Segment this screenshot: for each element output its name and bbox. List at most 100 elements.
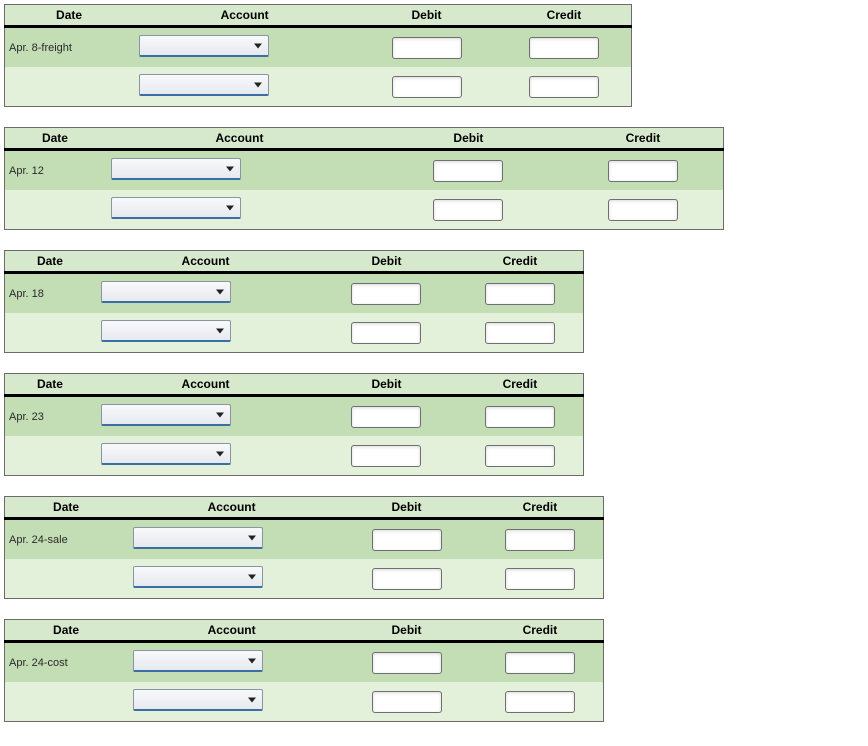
account-select[interactable] <box>101 443 231 465</box>
debit-cell <box>316 436 457 476</box>
debit-input[interactable] <box>372 529 442 551</box>
date-cell <box>5 559 128 599</box>
account-cell <box>127 682 336 722</box>
journal-row: Apr. 23 <box>5 396 584 437</box>
debit-header: Debit <box>336 497 477 519</box>
credit-input[interactable] <box>529 37 599 59</box>
account-select[interactable] <box>101 404 231 426</box>
debit-input[interactable] <box>351 283 421 305</box>
debit-cell <box>316 313 457 353</box>
credit-cell <box>457 273 584 314</box>
debit-input[interactable] <box>433 160 503 182</box>
credit-header: Credit <box>497 5 632 27</box>
date-header: Date <box>5 128 105 150</box>
credit-input[interactable] <box>485 406 555 428</box>
credit-cell <box>477 642 604 683</box>
debit-input[interactable] <box>433 199 503 221</box>
credit-cell <box>457 396 584 437</box>
account-header: Account <box>95 374 316 396</box>
date-cell <box>5 313 95 353</box>
debit-header: Debit <box>356 5 497 27</box>
credit-input[interactable] <box>485 283 555 305</box>
credit-cell <box>457 436 584 476</box>
chevron-down-icon <box>248 574 256 579</box>
credit-input[interactable] <box>529 76 599 98</box>
debit-input[interactable] <box>392 76 462 98</box>
journal-row <box>5 682 604 722</box>
journal-row <box>5 67 632 107</box>
debit-input[interactable] <box>392 37 462 59</box>
chevron-down-icon <box>216 451 224 456</box>
journal-entry-table: DateAccountDebitCreditApr. 23 <box>4 373 584 476</box>
account-cell <box>105 190 374 230</box>
chevron-down-icon <box>248 535 256 540</box>
journal-row: Apr. 12 <box>5 150 724 191</box>
journal-row: Apr. 24-sale <box>5 519 604 560</box>
account-cell <box>133 67 356 107</box>
credit-cell <box>457 313 584 353</box>
chevron-down-icon <box>216 289 224 294</box>
credit-cell <box>477 519 604 560</box>
account-cell <box>95 396 316 437</box>
journal-entry-table: DateAccountDebitCreditApr. 8-freight <box>4 4 632 107</box>
credit-input[interactable] <box>608 160 678 182</box>
date-header: Date <box>5 5 134 27</box>
credit-input[interactable] <box>505 568 575 590</box>
account-select[interactable] <box>101 281 231 303</box>
account-select[interactable] <box>111 158 241 180</box>
journal-entry-table: DateAccountDebitCreditApr. 24-sale <box>4 496 604 599</box>
credit-input[interactable] <box>505 529 575 551</box>
account-select[interactable] <box>133 689 263 711</box>
credit-input[interactable] <box>485 322 555 344</box>
credit-input[interactable] <box>485 445 555 467</box>
account-header: Account <box>127 620 336 642</box>
account-select[interactable] <box>133 527 263 549</box>
account-cell <box>105 150 374 191</box>
debit-cell <box>356 67 497 107</box>
chevron-down-icon <box>254 82 262 87</box>
debit-header: Debit <box>374 128 563 150</box>
account-cell <box>95 436 316 476</box>
account-select[interactable] <box>111 197 241 219</box>
debit-input[interactable] <box>372 568 442 590</box>
debit-cell <box>374 150 563 191</box>
credit-input[interactable] <box>608 199 678 221</box>
journal-row: Apr. 24-cost <box>5 642 604 683</box>
journal-row <box>5 313 584 353</box>
journal-row <box>5 559 604 599</box>
credit-input[interactable] <box>505 691 575 713</box>
account-select[interactable] <box>133 566 263 588</box>
debit-input[interactable] <box>351 406 421 428</box>
debit-cell <box>336 642 477 683</box>
debit-cell <box>316 273 457 314</box>
credit-header: Credit <box>457 374 584 396</box>
account-select[interactable] <box>133 650 263 672</box>
date-cell: Apr. 12 <box>5 150 105 191</box>
account-select[interactable] <box>101 320 231 342</box>
debit-input[interactable] <box>372 652 442 674</box>
debit-input[interactable] <box>351 445 421 467</box>
account-cell <box>127 519 336 560</box>
debit-input[interactable] <box>351 322 421 344</box>
chevron-down-icon <box>216 328 224 333</box>
account-header: Account <box>105 128 374 150</box>
credit-header: Credit <box>457 251 584 273</box>
debit-cell <box>356 27 497 68</box>
debit-input[interactable] <box>372 691 442 713</box>
credit-cell <box>563 150 724 191</box>
credit-input[interactable] <box>505 652 575 674</box>
account-select[interactable] <box>139 74 269 96</box>
credit-cell <box>477 559 604 599</box>
credit-header: Credit <box>563 128 724 150</box>
account-cell <box>127 642 336 683</box>
debit-cell <box>336 682 477 722</box>
date-cell <box>5 67 134 107</box>
account-cell <box>127 559 336 599</box>
date-cell: Apr. 18 <box>5 273 95 314</box>
date-header: Date <box>5 374 95 396</box>
date-cell: Apr. 24-sale <box>5 519 128 560</box>
debit-cell <box>336 559 477 599</box>
journal-entry-table: DateAccountDebitCreditApr. 18 <box>4 250 584 353</box>
account-select[interactable] <box>139 35 269 57</box>
date-header: Date <box>5 251 95 273</box>
